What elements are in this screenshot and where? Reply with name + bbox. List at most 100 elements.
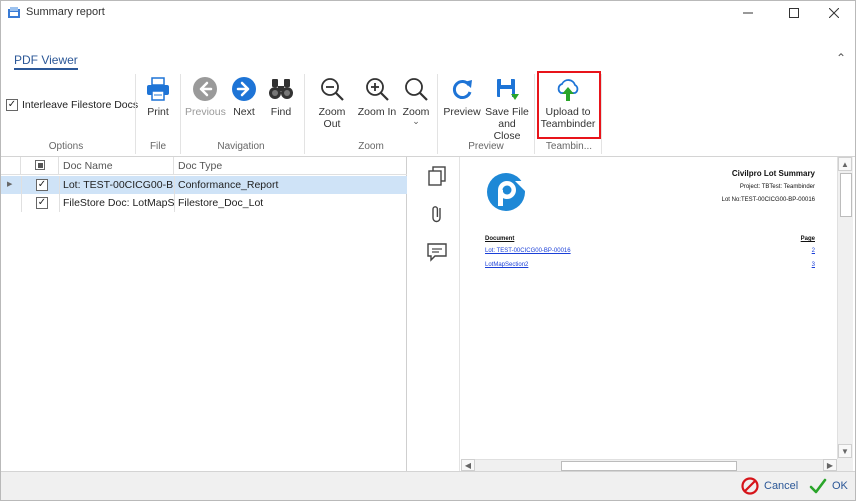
window-title: Summary report [26,6,105,18]
ok-button[interactable]: OK [809,477,848,495]
print-label: Print [147,106,169,118]
previous-button[interactable]: Previous [185,76,226,118]
maximize-icon [789,8,799,18]
grid-header: Doc Name Doc Type [1,157,407,175]
next-label: Next [233,106,255,118]
horizontal-scrollbar[interactable]: ◀ ▶ [461,459,837,471]
cancel-label: Cancel [764,480,799,492]
pdf-document-link[interactable]: LotMapSection2 [485,262,528,268]
zoom-out-icon [321,78,344,101]
doc-type-cell: Conformance_Report [178,179,279,191]
binoculars-icon [269,79,293,99]
row-indicator-header [1,157,21,175]
zoom-in-icon [366,78,389,101]
save-file-and-close-button[interactable]: Save File and Close [484,76,530,142]
save-label-line2: and Close [493,118,521,142]
grid-line [21,176,22,212]
pdf-document-link[interactable]: Lot: TEST-00CICG00-BP-00016 [485,248,571,254]
select-all-checkbox[interactable] [35,160,45,170]
grid-line [174,176,175,212]
group-label-options: Options [48,141,84,152]
scroll-up-icon[interactable]: ▲ [838,157,852,171]
find-button[interactable]: Find [266,76,296,118]
interleave-label: Interleave Filestore Docs [22,99,139,111]
checkbox-icon: ✓ [6,99,18,111]
ribbon: ✓ Interleave Filestore Docs Options Prin… [1,72,855,156]
select-all-header[interactable] [21,157,59,175]
cancel-icon [741,477,759,495]
print-button[interactable]: Print [143,76,173,118]
tab-pdf-viewer[interactable]: PDF Viewer [14,53,78,70]
save-label-line1: Save File [485,106,529,118]
interleave-filestore-checkbox[interactable]: ✓ Interleave Filestore Docs [6,99,138,111]
doc-type-cell: Filestore_Doc_Lot [178,197,264,209]
group-divider [180,74,181,154]
scroll-right-icon[interactable]: ▶ [823,459,837,471]
grid-line [59,176,60,212]
title-bar: Summary report [1,1,855,25]
arrow-right-icon [232,77,256,101]
zoom-button[interactable]: Zoom ⌄ [401,76,431,126]
preview-button[interactable]: Preview [442,76,482,118]
group-divider [601,74,602,154]
pdf-page-link[interactable]: 3 [812,262,815,268]
dialog-footer: Cancel OK [1,471,855,500]
close-button[interactable] [811,1,856,25]
previous-label: Previous [185,106,226,118]
paperclip-icon[interactable] [426,203,448,225]
row-checkbox[interactable]: ✓ [36,197,48,209]
indeterminate-mark [37,162,43,168]
scroll-down-icon[interactable]: ▼ [838,444,852,458]
cancel-button[interactable]: Cancel [741,477,798,495]
zoom-out-label: Zoom Out [318,106,346,130]
magnifier-icon [405,78,428,101]
column-header-doc-name[interactable]: Doc Name [59,157,174,175]
upload-highlight-box [537,71,601,139]
printer-icon [147,77,169,101]
group-divider [437,74,438,154]
group-label-file: File [149,141,167,152]
row-checkbox[interactable]: ✓ [36,179,48,191]
pdf-document-header: Document [485,236,515,242]
pdf-side-toolbar [408,157,460,471]
civilpro-logo [487,173,525,211]
zoom-in-button[interactable]: Zoom In [357,76,397,118]
next-button[interactable]: Next [229,76,259,118]
preview-label: Preview [443,106,481,118]
pdf-title: Civilpro Lot Summary [731,169,815,178]
doc-name-cell: Lot: TEST-00CICG00-B... [63,179,174,191]
table-row[interactable]: ✓ FileStore Doc: LotMapS... Filestore_Do… [1,194,407,212]
group-label-preview: Preview [468,141,504,152]
group-label-teambinder: Teambin... [545,141,593,152]
arrow-left-icon [193,77,217,101]
pdf-page-link[interactable]: 2 [812,248,815,254]
copy-pages-icon[interactable] [426,165,448,187]
pdf-lot-no: Lot No:TEST-00CICG00-BP-00016 [721,197,815,203]
vertical-scroll-thumb[interactable] [840,173,852,217]
refresh-icon [452,80,472,99]
group-label-zoom: Zoom [358,141,384,152]
group-label-navigation: Navigation [217,141,265,152]
close-icon [829,8,839,18]
column-header-doc-type[interactable]: Doc Type [174,157,407,175]
document-grid: Doc Name Doc Type ▶ ✓ Lot: TEST-00CICG00… [1,157,407,471]
ok-label: OK [832,480,848,492]
save-icon [497,79,519,100]
minimize-button[interactable] [725,1,771,25]
ribbon-collapse-icon[interactable]: ⌃ [836,51,846,65]
zoom-in-label: Zoom In [357,106,397,118]
scroll-left-icon[interactable]: ◀ [461,459,475,471]
app-icon [8,7,20,18]
pdf-page-header: Page [800,236,815,242]
find-label: Find [270,106,292,118]
horizontal-scroll-thumb[interactable] [561,461,737,471]
summary-report-window: Summary report PDF Viewer ⌃ ✓ Interleave… [0,0,856,501]
group-divider [135,74,136,154]
zoom-out-button[interactable]: Zoom Out [309,76,355,130]
table-row[interactable]: ▶ ✓ Lot: TEST-00CICG00-B... Conformance_… [1,176,407,194]
doc-name-cell: FileStore Doc: LotMapS... [63,197,174,209]
comment-icon[interactable] [426,241,448,263]
group-divider [304,74,305,154]
vertical-scrollbar[interactable]: ▲ ▼ [837,157,853,459]
row-indicator-icon: ▶ [7,181,13,188]
